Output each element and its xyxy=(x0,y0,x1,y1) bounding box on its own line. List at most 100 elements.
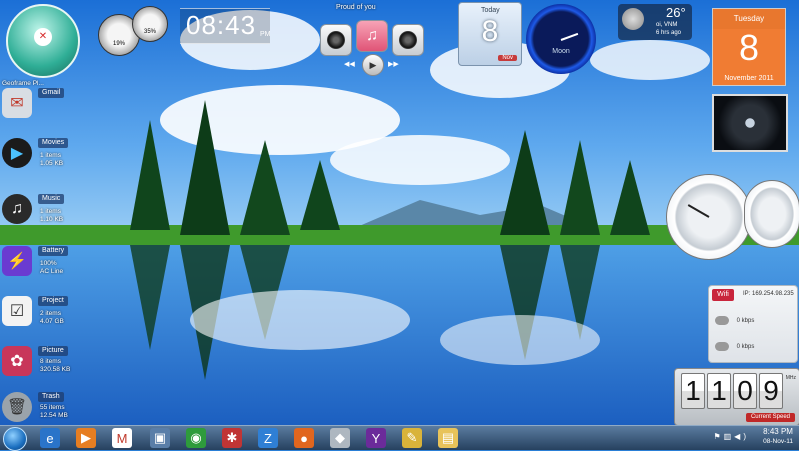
mifi-icon[interactable]: M xyxy=(112,428,132,448)
upload-speed: 0 kbps xyxy=(736,318,755,325)
dock-label: Music xyxy=(38,194,65,204)
yahoo-icon[interactable]: Y xyxy=(366,428,386,448)
calendar-day: 8 xyxy=(738,27,760,68)
tray-icons: ⚑▥◀) xyxy=(713,432,749,441)
flag-icon[interactable]: ⚑ xyxy=(713,432,723,441)
speedometer-needle xyxy=(687,204,710,218)
date-tile-button[interactable]: Nov xyxy=(498,55,517,61)
start-button[interactable] xyxy=(3,427,27,451)
speaker-icon xyxy=(399,31,417,49)
ram-gauge-value: 35% xyxy=(143,29,156,35)
dock-label: Movies xyxy=(38,138,69,148)
speedometer-small[interactable] xyxy=(744,180,799,248)
calendar-month: November 2011 xyxy=(724,75,774,82)
play-button[interactable]: ▶ xyxy=(362,54,384,76)
volume-icon[interactable]: ◀) xyxy=(734,432,749,441)
dock-stat: 100% xyxy=(40,260,57,267)
prev-button[interactable]: ◀◀ xyxy=(344,60,358,70)
dock-item-picture[interactable]: ✿ Picture 8 items 320.58 KB xyxy=(0,346,96,396)
wifi-logo: Wifi xyxy=(712,289,734,301)
dock-item-music[interactable]: ♫ Music 1 items 1.10 KB xyxy=(0,194,96,244)
dock-item-battery[interactable]: ⚡ Battery 100% AC Line xyxy=(0,246,96,296)
dock-label: Project xyxy=(38,296,68,306)
spider-icon[interactable]: ✱ xyxy=(222,428,242,448)
download-row: 0 kbps xyxy=(715,342,754,351)
orb-launcher[interactable]: ✕ xyxy=(6,4,80,78)
clock-hand xyxy=(560,32,579,41)
music-note-icon: ♫ xyxy=(366,27,378,44)
speaker-icon xyxy=(327,31,345,49)
flower-icon: ✿ xyxy=(2,346,32,376)
tray-time: 8:43 PM xyxy=(763,427,793,436)
trash-icon: 🗑 xyxy=(2,392,32,422)
dock-stat: 12.54 MB xyxy=(40,412,68,419)
date-tile[interactable]: Today 8 Nov xyxy=(458,2,522,66)
media-title: Proud of you xyxy=(336,4,376,11)
orb-center-icon: ✕ xyxy=(34,28,52,46)
dock-stat: AC Line xyxy=(40,268,64,275)
calendar-widget[interactable]: Tuesday 8 November 2011 xyxy=(712,8,786,86)
firefox-icon[interactable]: ● xyxy=(294,428,314,448)
cloud-upload-icon xyxy=(715,316,729,325)
dock-top-label: Geoframe Pl... xyxy=(2,80,44,87)
weather-widget[interactable]: 26° oi, VNM 6 hrs ago xyxy=(618,4,692,40)
speedometer-main[interactable] xyxy=(666,174,752,260)
photo-frame[interactable] xyxy=(712,94,788,152)
media-player-icon[interactable]: ▶ xyxy=(76,428,96,448)
tray-date: 08-Nov-11 xyxy=(763,438,793,445)
dock-item-project[interactable]: ☑ Project 2 items 4.07 GB xyxy=(0,296,96,346)
speed-unit: MHz xyxy=(785,375,796,381)
network-widget[interactable]: Wifi IP: 169.254.98.235 0 kbps 0 kbps xyxy=(708,285,798,363)
moon-clock-label: Moon xyxy=(552,48,570,55)
weather-location: oi, VNM xyxy=(656,22,678,28)
dock-label: Picture xyxy=(38,346,68,356)
flip-digit: 9 xyxy=(759,373,783,409)
dock-stat: 2 items xyxy=(40,310,61,317)
upload-row: 0 kbps xyxy=(715,316,754,325)
explorer-icon[interactable]: ▤ xyxy=(438,428,458,448)
flip-digit: 1 xyxy=(681,373,705,409)
weather-age: 6 hrs ago xyxy=(656,30,682,36)
ram-gauge[interactable]: 35% xyxy=(132,6,168,42)
network-tray-icon[interactable]: ▥ xyxy=(724,432,735,441)
dock-label: Gmail xyxy=(38,88,65,98)
monitor-icon[interactable]: ▣ xyxy=(150,428,170,448)
digital-clock[interactable]: 08:43 PM xyxy=(180,8,271,44)
clock-time: 08:43 xyxy=(186,10,257,40)
dock-item-gmail[interactable]: ✉ Gmail xyxy=(0,88,96,138)
flip-digit: 1 xyxy=(707,373,731,409)
z-icon[interactable]: Z xyxy=(258,428,278,448)
play-icon: ▶ xyxy=(2,138,32,168)
dock-stat: 320.58 KB xyxy=(40,366,71,373)
app-icon[interactable]: ◆ xyxy=(330,428,350,448)
ie-icon[interactable]: e xyxy=(40,428,60,448)
next-button[interactable]: ▶▶ xyxy=(388,60,402,70)
moon-clock[interactable]: Moon xyxy=(526,4,596,74)
speed-caption: Current Speed xyxy=(745,413,795,422)
weather-temp: 26° xyxy=(666,5,686,20)
checkbox-icon: ☑ xyxy=(2,296,32,326)
bolt-icon: ⚡ xyxy=(2,246,32,276)
dock-label: Trash xyxy=(38,392,64,402)
music-library-button[interactable]: ♫ xyxy=(356,20,388,52)
taskbar: e ▶ M ▣ ◉ ✱ Z ● ◆ Y ✎ ▤ ⚑▥◀) 8:43 PM 08-Nov-11 xyxy=(0,425,799,451)
cpu-gauge-value: 19% xyxy=(112,41,125,47)
dock-stat: 1.10 KB xyxy=(40,216,64,223)
right-speaker xyxy=(392,24,424,56)
globe-icon[interactable]: ◉ xyxy=(186,428,206,448)
tray-clock[interactable]: 8:43 PM 08-Nov-11 xyxy=(763,426,793,447)
dock-item-movies[interactable]: ▶ Movies 1 items 1.05 KB xyxy=(0,138,96,188)
dock-stat: 1.05 KB xyxy=(40,160,64,167)
cpu-speed-counter[interactable]: 1 1 0 9 MHz Current Speed xyxy=(674,368,799,426)
cloud-download-icon xyxy=(715,342,729,351)
paint-icon[interactable]: ✎ xyxy=(402,428,422,448)
date-tile-day: 8 xyxy=(481,15,499,48)
left-speaker xyxy=(320,24,352,56)
music-icon: ♫ xyxy=(2,194,32,224)
calendar-body: 8 November 2011 xyxy=(713,29,785,85)
flip-digit: 0 xyxy=(733,373,757,409)
dock-stat: 1 items xyxy=(40,152,61,159)
dock-stat: 1 items xyxy=(40,208,61,215)
dock-stat: 4.07 GB xyxy=(40,318,64,325)
download-speed: 0 kbps xyxy=(736,344,755,351)
